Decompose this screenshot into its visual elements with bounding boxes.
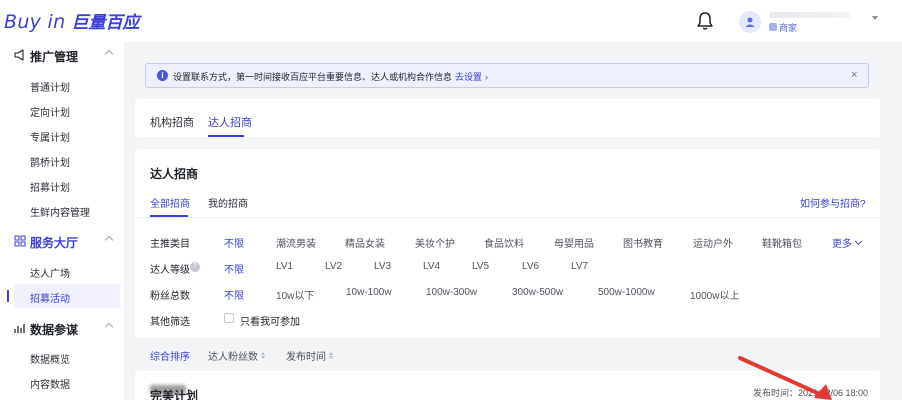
filter-option[interactable]: 不限 xyxy=(224,287,244,302)
sidebar-item-data-overview[interactable]: 数据概览 xyxy=(0,345,124,369)
filter-label-other: 其他筛选 xyxy=(150,317,190,328)
sidebar-group-service-hall[interactable]: 服务大厅 xyxy=(0,228,124,254)
help-icon[interactable]: ? xyxy=(190,262,200,272)
user-menu-caret-icon[interactable] xyxy=(872,16,878,20)
sidebar-group-label: 服务大厅 xyxy=(30,236,79,250)
eligible-only-checkbox[interactable] xyxy=(224,313,234,323)
filter-label-fans: 粉丝总数 xyxy=(150,291,190,302)
filter-option[interactable]: 鞋靴箱包 xyxy=(762,235,802,250)
filter-option[interactable]: 潮流男装 xyxy=(276,235,316,250)
filter-option[interactable]: 1000w以上 xyxy=(690,287,739,302)
sidebar: 推广管理 普通计划 定向计划 专属计划 鹊桥计划 招募计划 生鲜内容管理 服务大… xyxy=(0,42,124,400)
section-title: 达人招商 xyxy=(150,167,199,181)
filter-option[interactable]: LV2 xyxy=(325,261,342,272)
chart-icon xyxy=(14,324,25,333)
tab-agency-recruit[interactable]: 机构招商 xyxy=(150,114,194,130)
sidebar-item-bridge-plan[interactable]: 鹊桥计划 xyxy=(0,148,124,172)
chevron-down-icon xyxy=(854,237,863,245)
role-label: 商家 xyxy=(779,22,798,33)
filter-option[interactable]: 美妆个护 xyxy=(415,235,455,250)
plan-title-redaction xyxy=(150,385,186,394)
red-arrow-annotation-icon xyxy=(738,356,832,400)
store-icon xyxy=(769,23,777,31)
sort-fans[interactable]: 达人粉丝数 xyxy=(208,348,265,363)
megaphone-icon xyxy=(14,49,24,61)
filter-option[interactable]: 不限 xyxy=(224,261,244,276)
notice-setup-link[interactable]: 去设置 xyxy=(455,72,482,82)
filter-option[interactable]: LV1 xyxy=(276,261,293,272)
tab-active-underline xyxy=(208,135,244,137)
sort-publish-time[interactable]: 发布时间 xyxy=(286,348,333,363)
sidebar-item-exclusive-plan[interactable]: 专属计划 xyxy=(0,123,124,147)
filter-label-category: 主推类目 xyxy=(150,239,190,250)
filter-option[interactable]: 不限 xyxy=(224,235,244,250)
bell-icon[interactable] xyxy=(696,11,714,31)
chevron-right-icon: › xyxy=(485,72,489,82)
sidebar-group-promotion[interactable]: 推广管理 xyxy=(0,42,124,68)
sidebar-item-content-data[interactable]: 内容数据 xyxy=(0,370,124,394)
notice-text: 设置联系方式，第一时间接收百应平台重要信息、达人或机构合作信息 去设置 › xyxy=(173,72,489,82)
user-icon xyxy=(745,17,755,27)
close-icon[interactable]: × xyxy=(851,69,857,81)
filter-option[interactable]: LV3 xyxy=(374,261,391,272)
chevron-up-icon xyxy=(104,235,114,245)
sidebar-item-recruit-activity[interactable]: 招募活动 xyxy=(0,284,124,308)
filter-option[interactable]: 10w-100w xyxy=(346,287,392,298)
filter-option[interactable]: 100w-300w xyxy=(426,287,477,298)
filter-option[interactable]: LV4 xyxy=(423,261,440,272)
sidebar-item-talent-square[interactable]: 达人广场 xyxy=(0,259,124,283)
filter-option[interactable]: 300w-500w xyxy=(512,287,563,298)
filters-card: 达人招商 全部招商 我的招商 如何参与招商? 主推类目 不限 潮流男装 精品女装… xyxy=(135,149,880,338)
filter-option[interactable]: LV5 xyxy=(472,261,489,272)
filter-label-level: 达人等级 xyxy=(150,265,190,276)
sidebar-item-recruit-plan[interactable]: 招募计划 xyxy=(0,173,124,197)
filter-option[interactable]: 10w以下 xyxy=(276,287,314,302)
eligible-only-label[interactable]: 只看我可参加 xyxy=(240,313,300,328)
how-to-join-link[interactable]: 如何参与招商? xyxy=(800,195,866,210)
sort-comprehensive[interactable]: 综合排序 xyxy=(150,348,190,363)
more-categories-button[interactable]: 更多 xyxy=(832,235,863,250)
filter-option[interactable]: 食品饮料 xyxy=(484,235,524,250)
sidebar-item-targeted-plan[interactable]: 定向计划 xyxy=(0,98,124,122)
sort-arrows-icon xyxy=(261,352,265,359)
top-bar: Buy in 巨量百应 商家 xyxy=(0,0,902,42)
sidebar-group-label: 推广管理 xyxy=(30,50,79,64)
divider xyxy=(135,217,880,218)
filter-option[interactable]: LV7 xyxy=(571,261,588,272)
sort-arrows-icon xyxy=(329,352,333,359)
grid-icon xyxy=(14,235,26,247)
notice-banner: i 设置联系方式，第一时间接收百应平台重要信息、达人或机构合作信息 去设置 › × xyxy=(145,63,869,88)
filter-option[interactable]: 运动户外 xyxy=(693,235,733,250)
logo-cn: 巨量百应 xyxy=(71,13,140,33)
sidebar-group-data-advisor[interactable]: 数据参谋 xyxy=(0,315,124,341)
filter-option[interactable]: 图书教育 xyxy=(623,235,663,250)
sidebar-group-label: 数据参谋 xyxy=(30,323,79,337)
info-icon: i xyxy=(157,70,168,81)
logo[interactable]: Buy in 巨量百应 xyxy=(4,8,139,34)
user-name-redacted xyxy=(769,12,851,18)
tab-all-recruit[interactable]: 全部招商 xyxy=(150,195,190,210)
avatar[interactable] xyxy=(739,11,761,33)
sidebar-item-fresh-content[interactable]: 生鲜内容管理 xyxy=(0,198,124,222)
chevron-up-icon xyxy=(104,49,114,59)
sidebar-item-normal-plan[interactable]: 普通计划 xyxy=(0,73,124,97)
tab-talent-recruit[interactable]: 达人招商 xyxy=(208,114,252,130)
filter-option[interactable]: LV6 xyxy=(522,261,539,272)
recruit-type-tabs: 机构招商 达人招商 xyxy=(135,99,880,137)
active-indicator xyxy=(7,290,9,302)
logo-en: Buy in xyxy=(4,11,66,33)
role-badge: 商家 xyxy=(769,21,797,33)
filter-option[interactable]: 500w-1000w xyxy=(598,287,655,298)
chevron-up-icon xyxy=(104,322,114,332)
tab-my-recruit[interactable]: 我的招商 xyxy=(208,195,248,210)
filter-option[interactable]: 母婴用品 xyxy=(554,235,594,250)
filter-option[interactable]: 精品女装 xyxy=(345,235,385,250)
